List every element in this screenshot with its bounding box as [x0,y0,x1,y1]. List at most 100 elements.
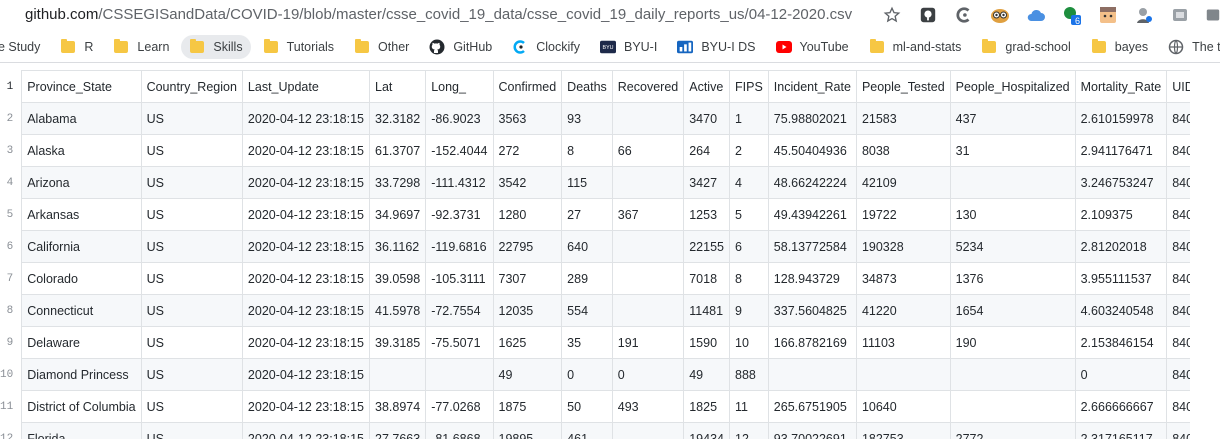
table-cell: 2020-04-12 23:18:15 [241,294,371,327]
table-cell: 437 [949,102,1076,135]
table-cell: 264 [683,134,730,167]
bookmark-item-learn[interactable]: Learn [105,35,177,59]
bookmark-item-ml-and-stats[interactable]: ml-and-stats [861,35,970,59]
table-cell: 11 [729,390,769,423]
bookmark-item-other[interactable]: Other [346,35,417,59]
bookmark-item-bayes[interactable]: bayes [1083,35,1156,59]
bookmark-item-the-tidyverse-style[interactable]: The tidyverse style... [1160,35,1220,59]
table-cell: 2.610159978 [1074,102,1168,135]
line-number[interactable]: 10 [0,358,23,391]
table-cell: 272 [492,134,563,167]
line-number[interactable]: 4 [0,166,23,199]
bookmark-item-youtube[interactable]: YouTube [768,35,857,59]
bookmark-label: GitHub [453,40,493,54]
table-cell: 66 [611,134,685,167]
line-number[interactable]: 2 [0,102,23,135]
column-header: Deaths [561,70,613,103]
table-cell: 190328 [855,230,951,263]
bookmark-item-byu-i-ds[interactable]: BYU-I DS [669,35,763,59]
table-cell: Diamond Princess [21,358,142,391]
table-cell: -77.0268 [425,390,494,423]
url-text[interactable]: github.com/CSSEGISandData/COVID-19/blob/… [25,6,852,23]
table-cell: -92.3731 [425,198,494,231]
table-cell: -105.3111 [425,262,494,295]
table-cell: 4 [729,166,769,199]
shield-extension-icon[interactable] [918,5,938,25]
person-extension-icon[interactable] [1134,5,1154,25]
column-header: People_Hospitalized [949,70,1076,103]
table-cell: 27.7663 [368,422,427,439]
url-host: github.com [25,6,99,23]
line-number[interactable]: 11 [0,390,23,423]
table-cell: 2020-04-12 23:18:15 [241,198,371,231]
table-cell: -111.4312 [425,166,494,199]
table-cell: 49.43942261 [767,198,857,231]
table-cell: US [140,294,243,327]
bookmark-item-tutorials[interactable]: Tutorials [255,35,342,59]
table-cell: 61.3707 [368,134,427,167]
table-cell: 10 [729,326,769,359]
line-number[interactable]: 5 [0,198,23,231]
gray-puzzle-extension-icon[interactable] [1170,5,1190,25]
csv-table: 1 Province_State Country_Region Last_Update… [0,70,1190,439]
table-cell: 166.8782169 [767,326,857,359]
table-cell: 8 [561,134,613,167]
face-extension-icon[interactable] [1098,5,1118,25]
line-number[interactable]: 12 [0,422,23,439]
extension-badge-count: 6 [1074,16,1080,26]
cloud-extension-icon[interactable] [1026,5,1046,25]
table-cell: 42109 [855,166,951,199]
column-header: FIPS [729,70,769,103]
line-number[interactable]: 1 [0,70,23,103]
column-header: UID [1166,70,1190,103]
bookmark-item-skills[interactable]: Skills [181,35,251,59]
table-cell: 461 [561,422,613,439]
line-number[interactable]: 7 [0,262,23,295]
bookmark-item-github[interactable]: GitHub [421,35,500,59]
cut-off-extension-icon[interactable] [1206,5,1220,25]
table-row: 8 Connecticut US 2020-04-12 23:18:15 41.5978… [0,294,1190,327]
bookmark-label: Tutorials [286,40,335,54]
table-cell: 41220 [855,294,951,327]
table-cell: 7018 [683,262,730,295]
table-cell: 9 [729,294,769,327]
bookmark-item-r[interactable]: R [52,35,101,59]
address-bar[interactable]: github.com/CSSEGISandData/COVID-19/blob/… [0,0,1220,30]
table-cell: 2020-04-12 23:18:15 [241,230,371,263]
table-cell: 8400 [1166,230,1190,263]
table-cell [949,166,1076,199]
table-cell: US [140,326,243,359]
bookmark-item-grad-school[interactable]: grad-school [973,35,1078,59]
table-cell: 0 [561,358,613,391]
table-cell: 1825 [683,390,730,423]
table-row: 2 Alabama US 2020-04-12 23:18:15 32.3182 -86.… [0,102,1190,135]
bookmark-label: ml-and-stats [892,40,962,54]
table-cell: 21583 [855,102,951,135]
clockify-extension-icon[interactable] [954,5,974,25]
bookmark-item-e-study[interactable]: e Study [0,35,48,59]
table-row: 9 Delaware US 2020-04-12 23:18:15 39.3185 -75… [0,326,1190,359]
table-cell: 0 [1074,358,1168,391]
folder-icon [354,39,370,55]
bookmark-item-byu-i[interactable]: BYU BYU-I [592,35,665,59]
table-cell: 2.109375 [1074,198,1168,231]
table-cell: 2020-04-12 23:18:15 [241,262,371,295]
bookmark-label: R [84,40,94,54]
bookmark-label: Clockify [536,40,580,54]
table-row: 4 Arizona US 2020-04-12 23:18:15 33.7298 -111… [0,166,1190,199]
folder-icon [189,39,205,55]
green-badge-extension-icon[interactable]: 6 [1062,5,1082,26]
line-number[interactable]: 8 [0,294,23,327]
table-cell: 8038 [855,134,951,167]
line-number[interactable]: 6 [0,230,23,263]
owl-extension-icon[interactable] [990,5,1010,25]
folder-icon [869,39,885,55]
bookmark-star-icon[interactable] [882,5,902,25]
table-cell: US [140,390,243,423]
line-number[interactable]: 9 [0,326,23,359]
folder-icon [1091,39,1107,55]
table-cell: 2772 [949,422,1076,439]
table-cell: District of Columbia [21,390,142,423]
line-number[interactable]: 3 [0,134,23,167]
bookmark-item-clockify[interactable]: Clockify [504,35,588,59]
